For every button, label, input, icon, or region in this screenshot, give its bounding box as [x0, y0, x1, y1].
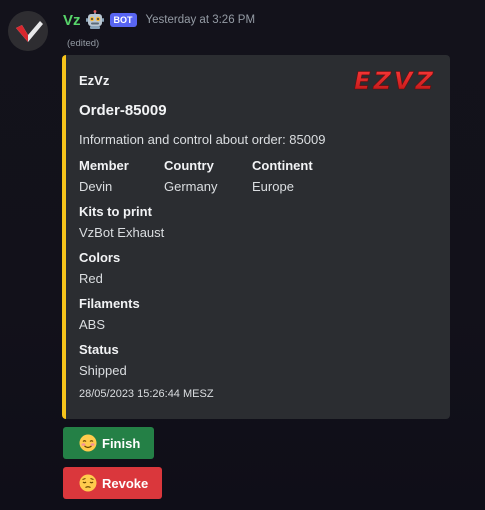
embed-description: Information and control about order: 850…	[79, 132, 326, 147]
edited-indicator: (edited)	[67, 38, 100, 49]
field-filaments-value: ABS	[79, 317, 106, 332]
vzbot-logo-icon	[8, 11, 48, 51]
field-continent-name: Continent	[252, 158, 313, 173]
bot-badge: BOT	[109, 13, 137, 27]
logo-text: EZVZ	[354, 67, 436, 93]
field-continent-value: Europe	[252, 179, 294, 194]
embed-footer-timestamp: 28/05/2023 15:26:44 MESZ	[79, 388, 214, 400]
username[interactable]: Vz	[63, 12, 81, 29]
revoke-button[interactable]: Revoke	[63, 467, 162, 499]
field-kits-value: VzBot Exhaust	[79, 225, 165, 240]
field-status-value: Shipped	[79, 363, 127, 378]
field-country-value: Germany	[164, 179, 218, 194]
embed-author: EzVz	[79, 73, 110, 88]
message-timestamp[interactable]: Yesterday at 3:26 PM	[146, 14, 256, 26]
field-country-name: Country	[164, 158, 214, 173]
message-header: Vz BOT Yesterday at 3:26 PM	[63, 9, 255, 31]
revoke-button-label: Revoke	[102, 475, 149, 491]
field-colors-value: Red	[79, 271, 103, 286]
relieved-face-emoji-icon	[79, 434, 97, 452]
field-kits-name: Kits to print	[79, 204, 152, 219]
embed-title: Order-85009	[79, 102, 167, 119]
robot-emoji-icon	[85, 10, 105, 30]
finish-button[interactable]: Finish	[63, 427, 154, 459]
field-member-name: Member	[79, 158, 129, 173]
pensive-face-emoji-icon	[79, 474, 97, 492]
bot-message: Vz BOT Yesterday at 3:26 PM (edited) EzV…	[0, 0, 485, 510]
field-status-name: Status	[79, 342, 119, 357]
field-colors-name: Colors	[79, 250, 121, 265]
avatar[interactable]	[8, 11, 48, 51]
field-member-value: Devin	[79, 179, 113, 194]
order-embed: EzVz EZVZ Order-85009 Information and co…	[62, 55, 450, 419]
ezvz-logo: EZVZ	[354, 67, 436, 96]
field-filaments-name: Filaments	[79, 296, 140, 311]
finish-button-label: Finish	[102, 435, 141, 451]
